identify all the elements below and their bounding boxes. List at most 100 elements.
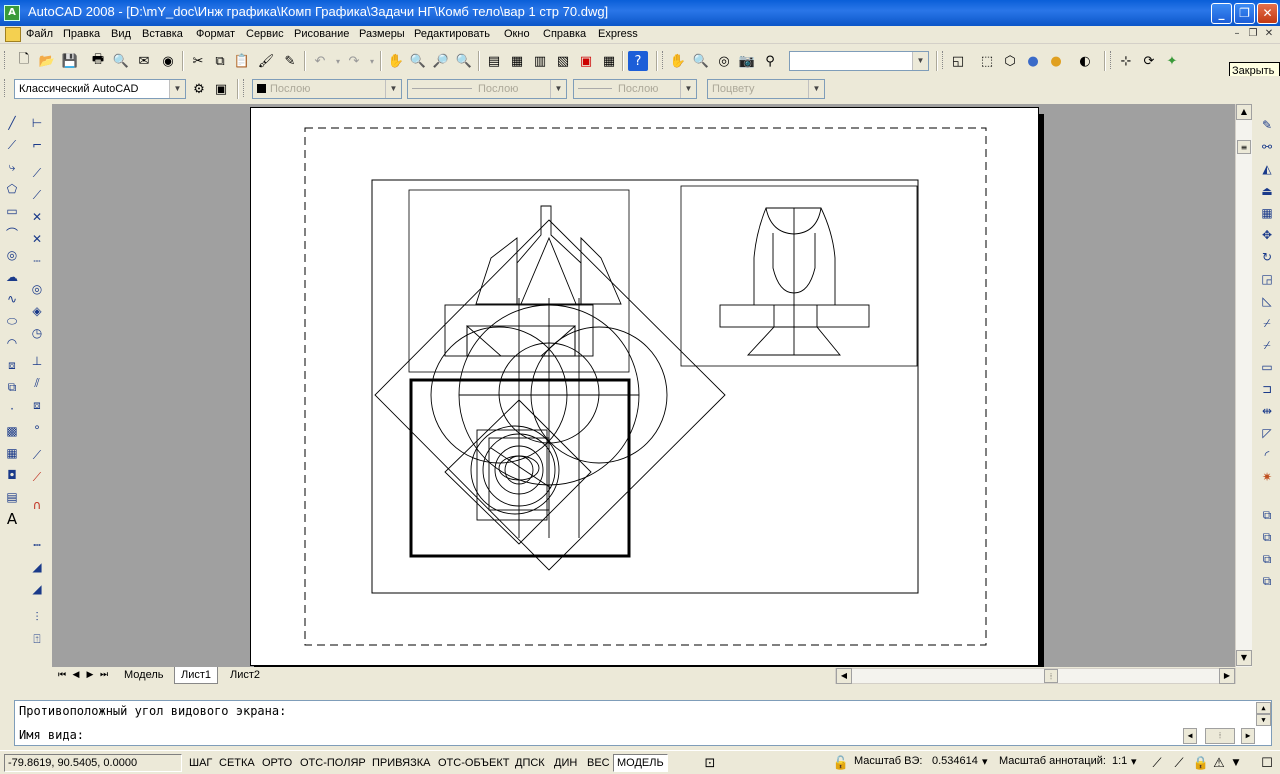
copy-icon[interactable]: ⚯: [1258, 138, 1276, 156]
maximize-viewport-icon[interactable]: ⊡: [700, 753, 720, 773]
table-icon[interactable]: ▤: [3, 488, 21, 506]
tolerance-icon[interactable]: ⧈: [28, 396, 46, 414]
center-mark-icon[interactable]: ∘: [28, 418, 46, 436]
doc-minimize-button[interactable]: –: [1230, 28, 1244, 41]
polygon-icon[interactable]: ⬠: [3, 180, 21, 198]
menu-view[interactable]: Вид: [111, 28, 131, 40]
ucs-icon[interactable]: ⊹: [1116, 51, 1136, 71]
annotation-scale-dropdown-icon[interactable]: ▾: [1131, 755, 1137, 768]
toggle-ducs[interactable]: ДПСК: [511, 754, 549, 772]
menu-edit[interactable]: Правка: [63, 28, 100, 40]
annotation-visibility-icon[interactable]: ⟋: [1148, 753, 1166, 773]
menu-help[interactable]: Справка: [543, 28, 586, 40]
toolbar-grip[interactable]: [1110, 51, 1113, 69]
toolbar-grip[interactable]: [4, 79, 7, 97]
prev-tab-icon[interactable]: ◀: [70, 667, 82, 683]
draworder-back-icon[interactable]: ⧉: [1258, 528, 1276, 546]
ordinate-icon[interactable]: ⟋: [28, 186, 46, 204]
dimension-update-icon[interactable]: ∩: [28, 496, 46, 514]
arc-icon[interactable]: ⌒: [3, 224, 21, 242]
viewport-lock-icon[interactable]: 🔓: [832, 753, 850, 773]
tab-layout2[interactable]: Лист2: [224, 667, 266, 684]
continue-icon[interactable]: ⊥: [28, 352, 46, 370]
help-icon[interactable]: ?: [628, 51, 648, 71]
trim-icon[interactable]: ⌿: [1258, 314, 1276, 332]
3d-dwf-icon[interactable]: ◉: [158, 51, 178, 71]
properties-icon[interactable]: ▤: [484, 51, 504, 71]
jogged-icon[interactable]: ✕: [28, 230, 46, 248]
array-icon[interactable]: ▦: [1258, 204, 1276, 222]
scroll-down-icon[interactable]: ▼: [1236, 650, 1252, 666]
ellipse-icon[interactable]: ⬭: [3, 312, 21, 330]
table-style-icon[interactable]: ◢: [28, 558, 46, 576]
fillet-icon[interactable]: ◜: [1258, 446, 1276, 464]
scale-icon[interactable]: ◲: [1258, 270, 1276, 288]
publish-icon[interactable]: ✉: [134, 51, 154, 71]
stretch-icon[interactable]: ◺: [1258, 292, 1276, 310]
circle-icon[interactable]: ◎: [3, 246, 21, 264]
arc-length-icon[interactable]: ⟋: [28, 164, 46, 182]
document-icon[interactable]: [5, 27, 21, 42]
menu-insert[interactable]: Вставка: [142, 28, 183, 40]
paste-icon[interactable]: 📋: [232, 51, 252, 71]
draworder-under-icon[interactable]: ⧉: [1258, 572, 1276, 590]
toolbar-grip[interactable]: [4, 51, 7, 69]
lineweight-combo[interactable]: Послою ▼: [573, 79, 697, 99]
block-editor-icon[interactable]: ✎: [280, 51, 300, 71]
erase-icon[interactable]: ✎: [1258, 116, 1276, 134]
spline-icon[interactable]: ∿: [3, 290, 21, 308]
join-icon[interactable]: ⇹: [1258, 402, 1276, 420]
tool-palettes-icon[interactable]: ▥: [530, 51, 550, 71]
draworder-front-icon[interactable]: ⧉: [1258, 506, 1276, 524]
2d-wireframe-icon[interactable]: ◱: [948, 51, 968, 71]
radius-icon[interactable]: ✕: [28, 208, 46, 226]
toolbar-grip[interactable]: [942, 51, 945, 69]
save-icon[interactable]: 💾: [60, 51, 80, 71]
minimize-button[interactable]: _: [1211, 3, 1232, 24]
menu-draw[interactable]: Рисование: [294, 28, 349, 40]
plot-preview-icon[interactable]: 🔍: [111, 51, 131, 71]
doc-restore-button[interactable]: ❐: [1246, 28, 1260, 41]
annotation-scale-value[interactable]: 1:1: [1112, 755, 1127, 767]
realistic-icon[interactable]: ●: [1023, 51, 1043, 71]
3d-hidden-icon[interactable]: ⬡: [1000, 51, 1020, 71]
match-properties-icon[interactable]: 🖌: [256, 51, 276, 71]
3d-orbit-icon[interactable]: ◎: [714, 51, 734, 71]
angular-icon[interactable]: ◎: [28, 280, 46, 298]
toggle-otrack[interactable]: ОТС-ОБЪЕКТ: [434, 754, 513, 772]
point-icon[interactable]: ·: [3, 400, 21, 418]
revision-cloud-icon[interactable]: ☁: [3, 268, 21, 286]
drawing-canvas[interactable]: [52, 104, 1235, 667]
toggle-ortho[interactable]: ОРТО: [258, 754, 296, 772]
rotate-icon[interactable]: ↻: [1258, 248, 1276, 266]
new-icon[interactable]: 🗋: [14, 51, 34, 71]
move-icon[interactable]: ✥: [1258, 226, 1276, 244]
explode-icon[interactable]: ✷: [1258, 468, 1276, 486]
region-icon[interactable]: ◘: [3, 466, 21, 484]
toggle-snap[interactable]: ШАГ: [185, 754, 216, 772]
menu-file[interactable]: Файл: [26, 28, 53, 40]
break-icon[interactable]: ⊐: [1258, 380, 1276, 398]
zoom-window-icon[interactable]: 🔎: [431, 51, 451, 71]
redo-dropdown-icon[interactable]: ▾: [362, 51, 382, 71]
quick-dimension-icon[interactable]: ◈: [28, 302, 46, 320]
doc-close-button[interactable]: ✕: [1262, 28, 1276, 41]
multileader-style-icon[interactable]: ⍐: [28, 630, 46, 648]
comm-center-icon[interactable]: ⚠: [1212, 753, 1226, 773]
vertical-scrollbar[interactable]: ▲ ≡ ▼: [1235, 104, 1252, 667]
next-tab-icon[interactable]: ▶: [84, 667, 96, 683]
dimension-text-edit-icon[interactable]: ⟋: [28, 468, 46, 486]
draworder-above-icon[interactable]: ⧉: [1258, 550, 1276, 568]
make-block-icon[interactable]: ⧉: [3, 378, 21, 396]
walk-icon[interactable]: ⚲: [760, 51, 780, 71]
3d-wireframe-icon[interactable]: ⬚: [977, 51, 997, 71]
rectangle-icon[interactable]: ▭: [3, 202, 21, 220]
zoom-realtime-icon[interactable]: 🔍: [408, 51, 428, 71]
toggle-lwt[interactable]: ВЕС: [583, 754, 614, 772]
polyline-icon[interactable]: ⤷: [3, 158, 21, 176]
linetype-combo[interactable]: Послою ▼: [407, 79, 567, 99]
design-center-icon[interactable]: ▦: [507, 51, 527, 71]
dimension-edit-icon[interactable]: ⟋: [28, 446, 46, 464]
3d-pan-icon[interactable]: ✋: [668, 51, 688, 71]
offset-icon[interactable]: ⏏: [1258, 182, 1276, 200]
